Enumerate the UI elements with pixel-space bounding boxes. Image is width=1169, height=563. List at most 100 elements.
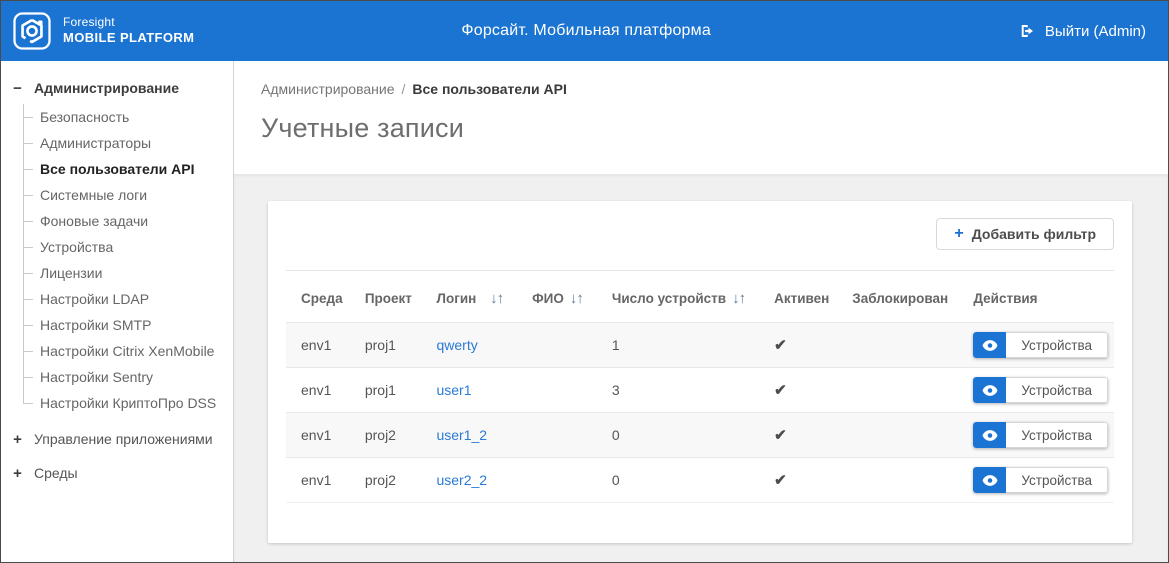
eye-icon[interactable] bbox=[973, 332, 1006, 358]
cell-devices-count: 3 bbox=[597, 368, 759, 413]
cell-actions: Устройства bbox=[958, 323, 1114, 368]
card-toolbar: + Добавить фильтр bbox=[286, 201, 1114, 271]
check-icon: ✔ bbox=[774, 427, 787, 444]
sidebar-section-environments[interactable]: + Среды bbox=[9, 456, 227, 490]
sort-icon[interactable]: ↓↑ bbox=[484, 290, 511, 307]
sidebar-item-devices[interactable]: Устройства bbox=[9, 234, 227, 260]
sidebar-item-sentry-settings[interactable]: Настройки Sentry bbox=[9, 364, 227, 390]
column-header-actions: Действия bbox=[958, 271, 1114, 323]
breadcrumb: Администрирование / Все пользователи API bbox=[261, 81, 1148, 97]
sidebar-section-administration[interactable]: − Администрирование bbox=[9, 73, 227, 103]
eye-icon[interactable] bbox=[973, 422, 1006, 448]
column-header-project: Проект bbox=[350, 271, 422, 323]
logout-icon bbox=[1018, 22, 1036, 40]
cell-login: user1 bbox=[421, 368, 517, 413]
devices-action-button[interactable]: Устройства bbox=[973, 467, 1108, 493]
login-link[interactable]: user2_2 bbox=[436, 472, 487, 488]
login-link[interactable]: user1 bbox=[436, 382, 471, 398]
breadcrumb-parent[interactable]: Администрирование bbox=[261, 81, 395, 97]
sort-icon[interactable]: ↓↑ bbox=[564, 290, 591, 307]
cell-project: proj1 bbox=[350, 368, 422, 413]
devices-action-label[interactable]: Устройства bbox=[1006, 377, 1108, 403]
expand-icon[interactable]: + bbox=[11, 467, 24, 480]
add-filter-label: Добавить фильтр bbox=[972, 226, 1096, 242]
cell-env: env1 bbox=[286, 368, 350, 413]
sidebar-item-citrix-settings[interactable]: Настройки Citrix XenMobile bbox=[9, 338, 227, 364]
sidebar-item-licenses[interactable]: Лицензии bbox=[9, 260, 227, 286]
cell-devices-count: 0 bbox=[597, 458, 759, 503]
cell-active: ✔ bbox=[759, 413, 837, 458]
page-head: Администрирование / Все пользователи API… bbox=[234, 61, 1168, 174]
sidebar-item-label: Все пользователи API bbox=[40, 161, 194, 177]
cell-actions: Устройства bbox=[958, 458, 1114, 503]
login-link[interactable]: user1_2 bbox=[436, 427, 487, 443]
devices-action-label[interactable]: Устройства bbox=[1006, 467, 1108, 493]
column-header-active: Активен bbox=[759, 271, 837, 323]
devices-action-label[interactable]: Устройства bbox=[1006, 422, 1108, 448]
eye-icon[interactable] bbox=[973, 467, 1006, 493]
sidebar-item-cryptopro-settings[interactable]: Настройки КриптоПро DSS bbox=[9, 390, 227, 416]
table-row: env1 proj1 qwerty 1 ✔ bbox=[286, 323, 1114, 368]
cell-actions: Устройства bbox=[958, 413, 1114, 458]
login-link[interactable]: qwerty bbox=[436, 337, 477, 353]
sidebar-item-ldap-settings[interactable]: Настройки LDAP bbox=[9, 286, 227, 312]
brand-name: Foresight bbox=[63, 15, 194, 30]
devices-action-label[interactable]: Устройства bbox=[1006, 332, 1108, 358]
sidebar-item-label: Настройки КриптоПро DSS bbox=[40, 395, 216, 411]
breadcrumb-separator: / bbox=[402, 81, 406, 97]
brand-logo[interactable]: Foresight MOBILE PLATFORM bbox=[11, 10, 194, 52]
sidebar-item-smtp-settings[interactable]: Настройки SMTP bbox=[9, 312, 227, 338]
cell-login: user2_2 bbox=[421, 458, 517, 503]
sidebar-item-security[interactable]: Безопасность bbox=[9, 104, 227, 130]
devices-action-button[interactable]: Устройства bbox=[973, 332, 1108, 358]
sidebar-item-label: Настройки SMTP bbox=[40, 317, 151, 333]
sidebar-item-label: Устройства bbox=[40, 239, 113, 255]
sidebar-item-administrators[interactable]: Администраторы bbox=[9, 130, 227, 156]
sidebar-item-label: Настройки LDAP bbox=[40, 291, 149, 307]
sidebar-tree: Безопасность Администраторы Все пользова… bbox=[9, 104, 227, 416]
table-row: env1 proj2 user1_2 0 ✔ bbox=[286, 413, 1114, 458]
cell-login: qwerty bbox=[421, 323, 517, 368]
sidebar-item-label: Системные логи bbox=[40, 187, 147, 203]
accounts-card: + Добавить фильтр Среда Проект Лог bbox=[268, 201, 1132, 543]
sidebar-item-label: Лицензии bbox=[40, 265, 102, 281]
eye-icon[interactable] bbox=[973, 377, 1006, 403]
cell-devices-count: 0 bbox=[597, 413, 759, 458]
foresight-logo-icon bbox=[11, 10, 53, 52]
table-row: env1 proj1 user1 3 ✔ bbox=[286, 368, 1114, 413]
expand-icon[interactable]: + bbox=[11, 433, 24, 446]
check-icon: ✔ bbox=[774, 382, 787, 399]
breadcrumb-current: Все пользователи API bbox=[412, 81, 566, 97]
sidebar-item-label: Фоновые задачи bbox=[40, 213, 148, 229]
sidebar-section-app-management[interactable]: + Управление приложениями bbox=[9, 422, 227, 456]
table-header-row: Среда Проект Логин ↓↑ bbox=[286, 271, 1114, 323]
cell-fio bbox=[517, 368, 597, 413]
sidebar-item-label: Администраторы bbox=[40, 135, 151, 151]
content-area: + Добавить фильтр Среда Проект Лог bbox=[234, 174, 1168, 562]
sidebar-item-background-tasks[interactable]: Фоновые задачи bbox=[9, 208, 227, 234]
devices-action-button[interactable]: Устройства bbox=[973, 377, 1108, 403]
cell-active: ✔ bbox=[759, 323, 837, 368]
cell-fio bbox=[517, 413, 597, 458]
cell-project: proj2 bbox=[350, 458, 422, 503]
collapse-icon[interactable]: − bbox=[11, 82, 24, 95]
column-label: Логин bbox=[436, 291, 476, 306]
check-icon: ✔ bbox=[774, 472, 787, 489]
sort-icon[interactable]: ↓↑ bbox=[726, 290, 753, 307]
app-body: − Администрирование Безопасность Админис… bbox=[1, 61, 1168, 562]
column-label: Действия bbox=[973, 291, 1037, 306]
cell-project: proj2 bbox=[350, 413, 422, 458]
logout-button[interactable]: Выйти (Admin) bbox=[1018, 22, 1146, 40]
cell-project: proj1 bbox=[350, 323, 422, 368]
add-filter-button[interactable]: + Добавить фильтр bbox=[936, 218, 1114, 250]
devices-action-button[interactable]: Устройства bbox=[973, 422, 1108, 448]
sidebar-section-label: Управление приложениями bbox=[34, 431, 213, 447]
cell-actions: Устройства bbox=[958, 368, 1114, 413]
sidebar-item-all-api-users[interactable]: Все пользователи API bbox=[9, 156, 227, 182]
sidebar-item-system-logs[interactable]: Системные логи bbox=[9, 182, 227, 208]
cell-active: ✔ bbox=[759, 368, 837, 413]
column-header-env: Среда bbox=[286, 271, 350, 323]
plus-icon: + bbox=[954, 227, 963, 241]
column-label: Активен bbox=[774, 291, 829, 306]
column-header-devices-count: Число устройств ↓↑ bbox=[597, 271, 759, 323]
